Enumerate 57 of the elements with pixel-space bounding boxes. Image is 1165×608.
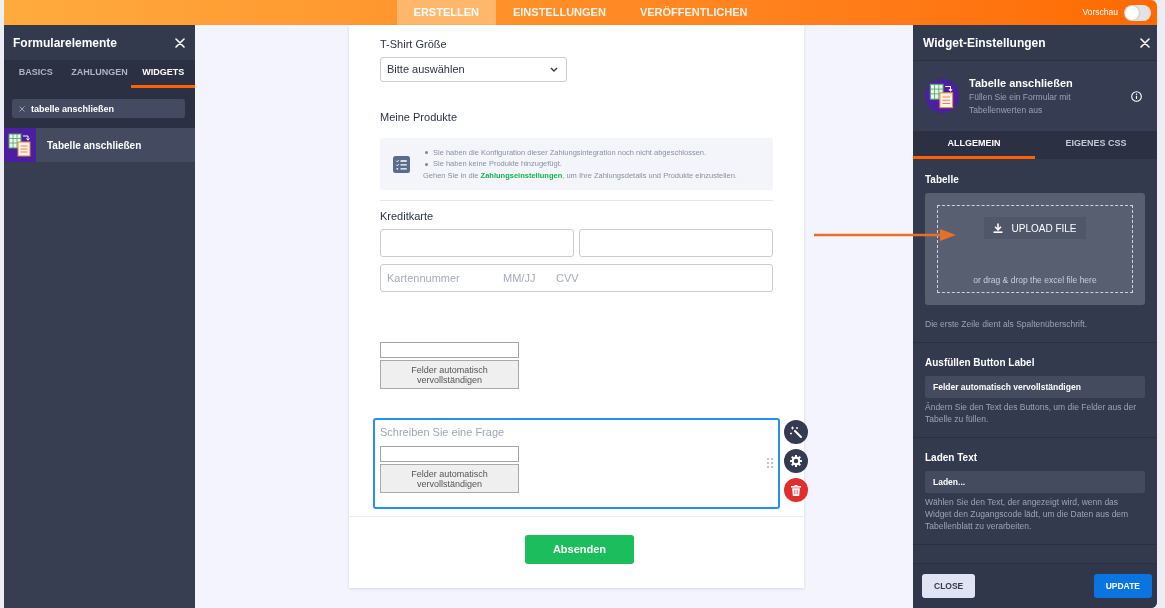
widget-title: Tabelle anschließen (969, 75, 1073, 90)
expiry-input[interactable]: MM/JJ (503, 269, 556, 287)
tab[interactable]: EIGENES CSS (1035, 131, 1157, 159)
section-heading: Tabelle (925, 174, 959, 186)
autofill-input[interactable] (380, 446, 519, 462)
question-input[interactable]: Schreiben Sie eine Frage (380, 425, 600, 439)
cvv-input[interactable]: CVV (556, 269, 616, 287)
autofill-input[interactable] (380, 342, 519, 358)
preview-label: Vorschau (1082, 6, 1118, 19)
help-text: Ändern Sie den Text des Buttons, um die Felder aus der Tabelle zu füllen. (925, 401, 1138, 425)
panel-title: Formularelemente (13, 34, 118, 52)
download-icon (993, 223, 1004, 233)
bullet-icon (425, 151, 428, 154)
drag-handle-icon[interactable] (767, 458, 773, 468)
autofill-button[interactable]: Felder automatisch vervollständigen (380, 464, 519, 493)
help-text: Wählen Sie den Text, der angezeigt wird, wenn das Widget den Zugangscode lädt, um die Daten aus dem Tabellenblatt zu verarbeiten. (925, 496, 1130, 532)
checklist-icon (393, 155, 410, 173)
field-label: Kreditkarte (380, 209, 434, 223)
caret-icon (550, 67, 558, 72)
tab[interactable]: BASICS (4, 60, 68, 88)
help-text: Die erste Zeile dient als Spaltenüberschrift. (925, 318, 1089, 330)
clear-icon[interactable] (19, 106, 25, 112)
bullet-icon (425, 162, 428, 166)
preview-toggle[interactable] (1124, 4, 1151, 21)
info-icon[interactable] (1131, 90, 1142, 102)
close-icon[interactable] (175, 37, 185, 48)
update-button[interactable]: UPDATE (1093, 574, 1152, 598)
panel-title: Widget-Einstellungen (923, 34, 1046, 52)
widget-description: Füllen Sie ein Formular mit Tabellenwerten aus (969, 90, 1072, 117)
text-input[interactable] (380, 229, 574, 257)
tab[interactable]: ALLGEMEIN (913, 131, 1035, 159)
size-dropdown[interactable]: Bitte auswählen (380, 57, 567, 82)
tab[interactable]: ZAHLUNGEN (67, 60, 132, 88)
wand-button[interactable] (784, 420, 808, 444)
gear-icon (790, 455, 802, 467)
spreadsheet-icon (4, 128, 36, 162)
wand-icon (790, 426, 802, 438)
card-number-input[interactable]: Kartennummer (387, 269, 503, 287)
widget-item[interactable]: Tabelle anschließen (4, 128, 195, 162)
trash-icon (791, 484, 801, 496)
close-icon[interactable] (1140, 37, 1150, 48)
upload-button[interactable]: UPLOAD FILE (984, 217, 1086, 239)
text-input[interactable]: Felder automatisch vervollständigen (925, 376, 1145, 398)
field-label: T-Shirt Größe (380, 37, 447, 51)
text-input[interactable] (579, 229, 773, 257)
section-heading: Laden Text (925, 452, 978, 464)
drop-zone[interactable]: UPLOAD FILE or drag & drop the excel file here (937, 205, 1133, 293)
search-field[interactable]: tabelle anschließen (12, 99, 185, 118)
spreadsheet-icon (925, 79, 959, 113)
close-button[interactable]: CLOSE (922, 574, 976, 598)
text-input[interactable]: Laden... (925, 471, 1145, 493)
drop-hint: or drag & drop the excel file here (973, 274, 1097, 286)
autofill-button[interactable]: Felder automatisch vervollständigen (380, 360, 519, 389)
field-label: Meine Produkte (380, 110, 458, 124)
section-heading: Ausfüllen Button Label (925, 357, 1035, 369)
delete-button[interactable] (784, 478, 808, 502)
settings-button[interactable] (784, 449, 808, 473)
